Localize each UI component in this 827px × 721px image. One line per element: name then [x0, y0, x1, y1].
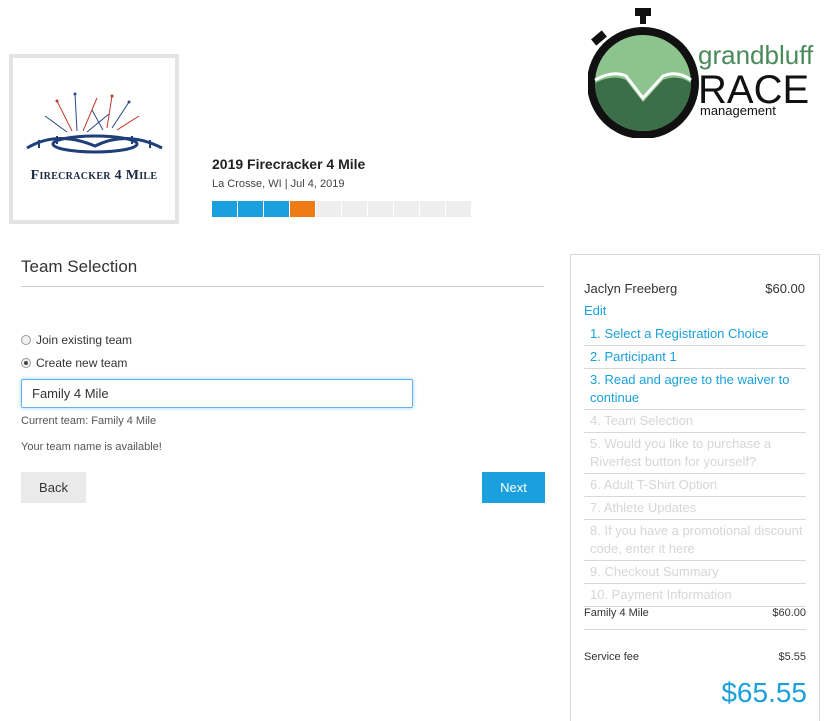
participant-price: $60.00 — [765, 281, 805, 296]
create-team-label: Create new team — [36, 356, 128, 370]
step-item[interactable]: 3. Read and agree to the waiver to conti… — [584, 369, 806, 410]
progress-segment — [446, 201, 471, 217]
divider — [584, 629, 806, 630]
team-line-label: Family 4 Mile — [584, 607, 649, 619]
join-team-radio[interactable] — [21, 335, 31, 345]
service-fee-value: $5.55 — [778, 651, 806, 663]
progress-segment — [394, 201, 419, 217]
back-button[interactable]: Back — [21, 472, 86, 503]
step-item: 7. Athlete Updates — [584, 497, 806, 520]
edit-link[interactable]: Edit — [584, 303, 606, 318]
next-button[interactable]: Next — [482, 472, 545, 503]
progress-segment — [238, 201, 263, 217]
brand-logo: grandbluff RACE management — [588, 8, 814, 138]
service-fee-line: Service fee $5.55 — [584, 651, 806, 663]
progress-segment — [316, 201, 341, 217]
create-team-option[interactable]: Create new team — [21, 356, 127, 370]
join-team-option[interactable]: Join existing team — [21, 333, 132, 347]
participant-name: Jaclyn Freeberg — [584, 281, 678, 296]
team-name-input[interactable] — [21, 379, 413, 408]
step-item: 10. Payment Information — [584, 584, 806, 607]
event-logo: Firecracker 4 Mile — [9, 54, 179, 224]
create-team-radio[interactable] — [21, 358, 31, 368]
join-team-label: Join existing team — [36, 333, 133, 347]
registration-steps: 1. Select a Registration Choice 2. Partic… — [584, 323, 806, 607]
service-fee-label: Service fee — [584, 651, 640, 663]
event-logo-text: Firecracker 4 Mile — [30, 168, 158, 183]
page-title: Team Selection — [21, 257, 138, 276]
progress-segment — [342, 201, 367, 217]
step-item: 6. Adult T-Shirt Option — [584, 474, 806, 497]
fireworks-icon — [26, 92, 163, 154]
current-team-text: Current team: Family 4 Mile — [21, 415, 157, 427]
event-subtitle: La Crosse, WI | Jul 4, 2019 — [212, 178, 345, 190]
step-item[interactable]: 2. Participant 1 — [584, 346, 806, 369]
progress-segment — [368, 201, 393, 217]
team-line-item: Family 4 Mile $60.00 — [584, 607, 806, 619]
step-item: 5. Would you like to purchase a Riverfes… — [584, 433, 806, 474]
step-item: 9. Checkout Summary — [584, 561, 806, 584]
progress-segment — [420, 201, 445, 217]
order-total: $65.55 — [721, 677, 807, 708]
team-line-value: $60.00 — [772, 607, 806, 619]
registration-progress-bar — [212, 201, 471, 217]
availability-message: Your team name is available! — [21, 441, 162, 453]
brand-line1: grandbluff — [698, 40, 814, 70]
step-item: 8. If you have a promotional discount co… — [584, 520, 806, 561]
progress-segment — [212, 201, 237, 217]
event-title: 2019 Firecracker 4 Mile — [212, 156, 366, 172]
step-item: 4. Team Selection — [584, 410, 806, 433]
order-summary: Jaclyn Freeberg $60.00 Edit 1. Select a … — [570, 254, 820, 721]
progress-segment — [264, 201, 289, 217]
divider — [21, 286, 544, 287]
step-item[interactable]: 1. Select a Registration Choice — [584, 323, 806, 346]
progress-segment — [290, 201, 315, 217]
brand-line3: management — [700, 103, 776, 118]
